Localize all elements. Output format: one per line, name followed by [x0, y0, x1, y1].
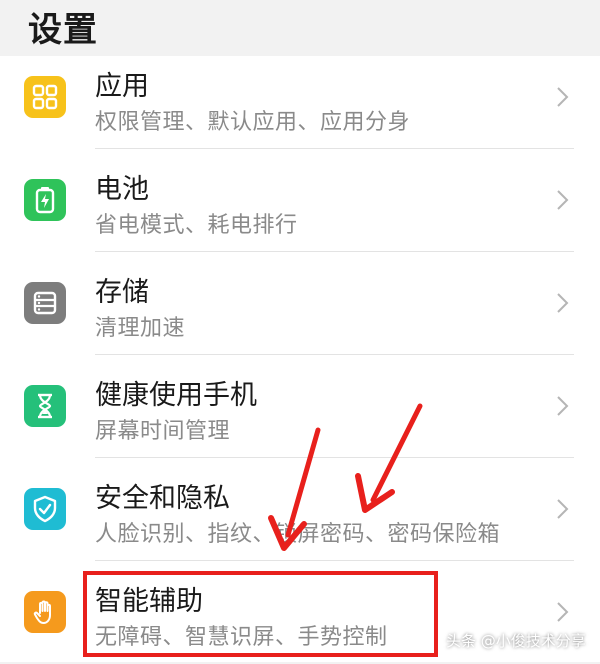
annotation-arrows — [268, 403, 423, 551]
arrow-left — [268, 427, 321, 551]
watermark: 头条 @小俊技术分享 — [446, 632, 586, 650]
arrow-right — [355, 403, 423, 513]
